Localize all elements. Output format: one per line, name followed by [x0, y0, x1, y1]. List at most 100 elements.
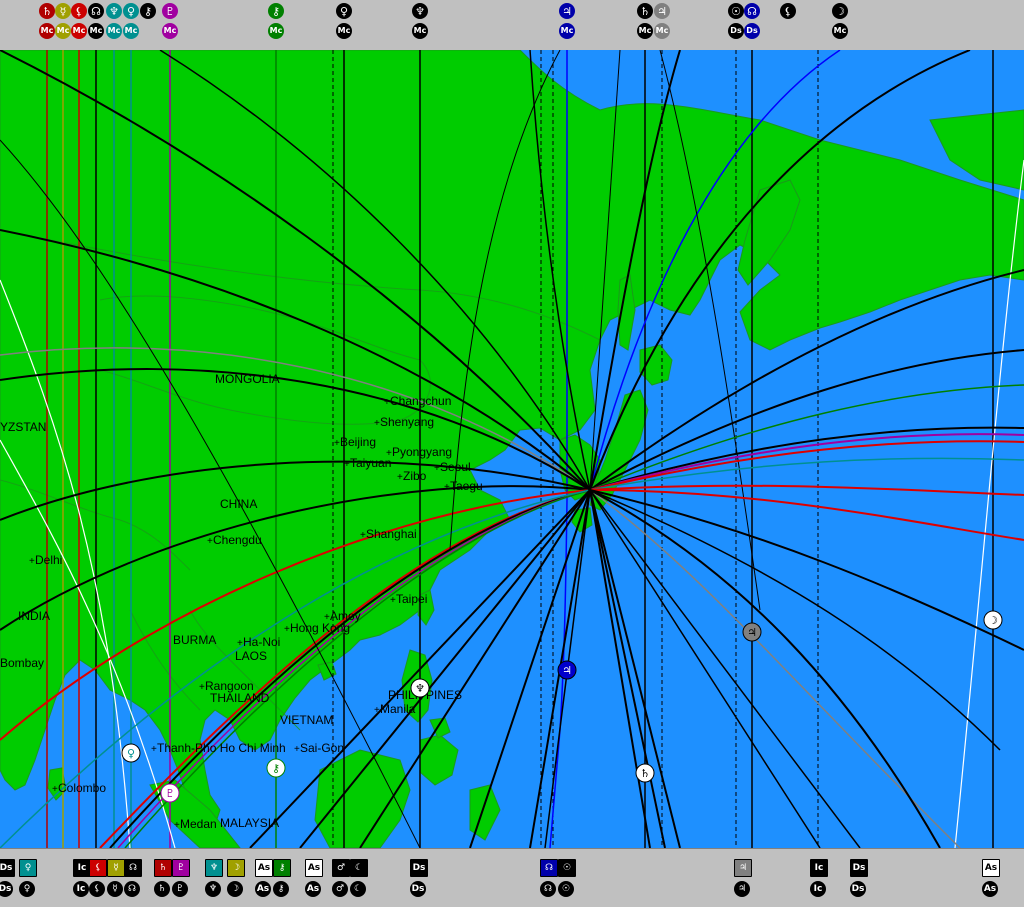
top-venus-mc-label[interactable]: Mc — [123, 23, 139, 39]
city-label-manila[interactable]: Manila — [380, 702, 416, 716]
city-label-chengdu[interactable]: Chengdu — [213, 533, 262, 547]
top-jupiter-mc-label[interactable]: Mc — [654, 23, 670, 39]
city-label-hanoi[interactable]: Ha-Noi — [243, 635, 280, 649]
bot-pluto-secondary[interactable]: ♇ — [172, 881, 188, 897]
bot-ds3-secondary[interactable]: Ds — [850, 881, 866, 897]
top-pluto-mc-symbol[interactable]: ♇ — [162, 3, 178, 19]
bot-ic2-glyph[interactable]: Ic — [810, 859, 828, 877]
city-label-bombay[interactable]: Bombay — [0, 656, 44, 670]
bot-sun-glyph[interactable]: ☉ — [558, 859, 576, 877]
top-venus-mc-symbol[interactable]: ♀ — [123, 3, 139, 19]
bot-mercury-glyph[interactable]: ☿ — [107, 859, 125, 877]
bot-ic-secondary[interactable]: Ic — [73, 881, 89, 897]
bot-venus-glyph[interactable]: ♀ — [19, 859, 37, 877]
bot-pluto-glyph[interactable]: ♇ — [172, 859, 190, 877]
bot-saturn-secondary[interactable]: ♄ — [154, 881, 170, 897]
bot-node-secondary[interactable]: ☊ — [124, 881, 140, 897]
bot-node2-secondary[interactable]: ☊ — [540, 881, 556, 897]
city-label-taipei[interactable]: Taipei — [396, 592, 427, 606]
bot-moon2-glyph[interactable]: ☾ — [350, 859, 368, 877]
bot-ds3-glyph[interactable]: Ds — [850, 859, 868, 877]
bot-chiron-glyph[interactable]: ⚷ — [273, 859, 291, 877]
top-lilith-mc-symbol[interactable]: ⚸ — [71, 3, 87, 19]
top-neptune-mc-label[interactable]: Mc — [106, 23, 122, 39]
bot-ds-secondary[interactable]: Ds — [0, 881, 13, 897]
top-mercury-mc-label[interactable]: Mc — [55, 23, 71, 39]
bot-venus-secondary[interactable]: ♀ — [19, 881, 35, 897]
top-node-ds-label[interactable]: Ds — [744, 23, 760, 39]
top-sun-ds-symbol[interactable]: ☉ — [728, 3, 744, 19]
city-label-hongkong[interactable]: Hong Kong — [290, 621, 350, 635]
top-node-mc-symbol[interactable]: ☊ — [88, 3, 104, 19]
bot-asc2-glyph[interactable]: As — [305, 859, 323, 877]
top-saturn2-mc-label[interactable]: Mc — [637, 23, 653, 39]
top-moon-mc-symbol[interactable]: ☽ — [832, 3, 848, 19]
bot-saturn-glyph[interactable]: ♄ — [154, 859, 172, 877]
top-neptune2-mc-symbol[interactable]: ♆ — [412, 3, 428, 19]
bot-asc-secondary[interactable]: As — [255, 881, 271, 897]
bot-ic2-secondary[interactable]: Ic — [810, 881, 826, 897]
top-moonnode-mc-symbol[interactable]: ♃ — [559, 3, 575, 19]
top-mercury-mc-symbol[interactable]: ☿ — [55, 3, 71, 19]
city-label-pyongyang[interactable]: Pyongyang — [392, 445, 452, 459]
city-label-zibo[interactable]: Zibo — [403, 469, 427, 483]
bot-sun-secondary[interactable]: ☉ — [558, 881, 574, 897]
bot-neptune-secondary[interactable]: ♆ — [205, 881, 221, 897]
top-lilith-mc-label[interactable]: Mc — [71, 23, 87, 39]
city-label-beijing[interactable]: Beijing — [340, 435, 376, 449]
bot-node-glyph[interactable]: ☊ — [124, 859, 142, 877]
bot-mars-glyph[interactable]: ♂ — [332, 859, 350, 877]
bot-asc3-secondary[interactable]: As — [982, 881, 998, 897]
city-label-xiamen[interactable]: Amoy — [330, 609, 361, 623]
bot-asc3-glyph[interactable]: As — [982, 859, 1000, 877]
bot-moon2-secondary[interactable]: ☾ — [350, 881, 366, 897]
city-label-changchun[interactable]: Changchun — [390, 394, 451, 408]
top-saturn-mc-label[interactable]: Mc — [39, 23, 55, 39]
city-label-saigon[interactable]: Sai-Gon — [300, 741, 344, 755]
city-label-taiyuan[interactable]: Taiyuan — [350, 456, 391, 470]
top-venus2-mc-symbol[interactable]: ♀ — [336, 3, 352, 19]
bot-lilith-secondary[interactable]: ⚸ — [89, 881, 105, 897]
world-map[interactable]: + Changchun+ Shenyang+ Beijing+ Pyongyang+ Ta… — [0, 50, 1024, 848]
top-neptune2-mc-label[interactable]: Mc — [412, 23, 428, 39]
city-label-medan[interactable]: Medan — [180, 817, 217, 831]
bot-moon-secondary[interactable]: ☽ — [227, 881, 243, 897]
top-node-mc-label[interactable]: Mc — [88, 23, 104, 39]
top-vertex-symbol[interactable]: ⚷ — [140, 3, 156, 19]
top-lilith-ds-symbol[interactable]: ⚸ — [780, 3, 796, 19]
bot-jupiter-secondary[interactable]: ♃ — [734, 881, 750, 897]
bot-neptune-glyph[interactable]: ♆ — [205, 859, 223, 877]
bot-ds2-secondary[interactable]: Ds — [410, 881, 426, 897]
city-label-taegu[interactable]: Taegu — [450, 479, 483, 493]
top-jupiter-mc-symbol[interactable]: ♃ — [654, 3, 670, 19]
top-node-ds-symbol[interactable]: ☊ — [744, 3, 760, 19]
city-label-seoul[interactable]: Seoul — [440, 460, 471, 474]
bot-ds2-glyph[interactable]: Ds — [410, 859, 428, 877]
top-pluto-mc-label[interactable]: Mc — [162, 23, 178, 39]
bot-ds-glyph[interactable]: Ds — [0, 859, 15, 877]
top-saturn2-mc-symbol[interactable]: ♄ — [637, 3, 653, 19]
top-venus2-mc-label[interactable]: Mc — [336, 23, 352, 39]
bot-jupiter-glyph[interactable]: ♃ — [734, 859, 752, 877]
bot-chiron-secondary[interactable]: ⚷ — [273, 881, 289, 897]
top-neptune-mc-symbol[interactable]: ♆ — [106, 3, 122, 19]
top-sun-ds-label[interactable]: Ds — [728, 23, 744, 39]
bot-lilith-glyph[interactable]: ⚸ — [89, 859, 107, 877]
city-label-shenyang[interactable]: Shenyang — [380, 415, 434, 429]
top-saturn-mc-symbol[interactable]: ♄ — [39, 3, 55, 19]
city-label-thanhpho[interactable]: Thanh-Pho Ho Chi Minh — [157, 741, 286, 755]
city-label-colombo[interactable]: Colombo — [58, 781, 106, 795]
top-chiron-mc-symbol[interactable]: ⚷ — [268, 3, 284, 19]
bot-mars-secondary[interactable]: ♂ — [332, 881, 348, 897]
top-moonnode-mc-label[interactable]: Mc — [559, 23, 575, 39]
bot-asc-glyph[interactable]: As — [255, 859, 273, 877]
city-label-shanghai[interactable]: Shanghai — [366, 527, 417, 541]
top-chiron-mc-label[interactable]: Mc — [268, 23, 284, 39]
bot-moon-glyph[interactable]: ☽ — [227, 859, 245, 877]
bot-mercury-secondary[interactable]: ☿ — [107, 881, 123, 897]
top-moon-mc-label[interactable]: Mc — [832, 23, 848, 39]
bot-node2-glyph[interactable]: ☊ — [540, 859, 558, 877]
bot-asc2-secondary[interactable]: As — [305, 881, 321, 897]
country-label-china: CHINA — [220, 497, 257, 511]
city-label-delhi[interactable]: Delhi — [35, 553, 62, 567]
